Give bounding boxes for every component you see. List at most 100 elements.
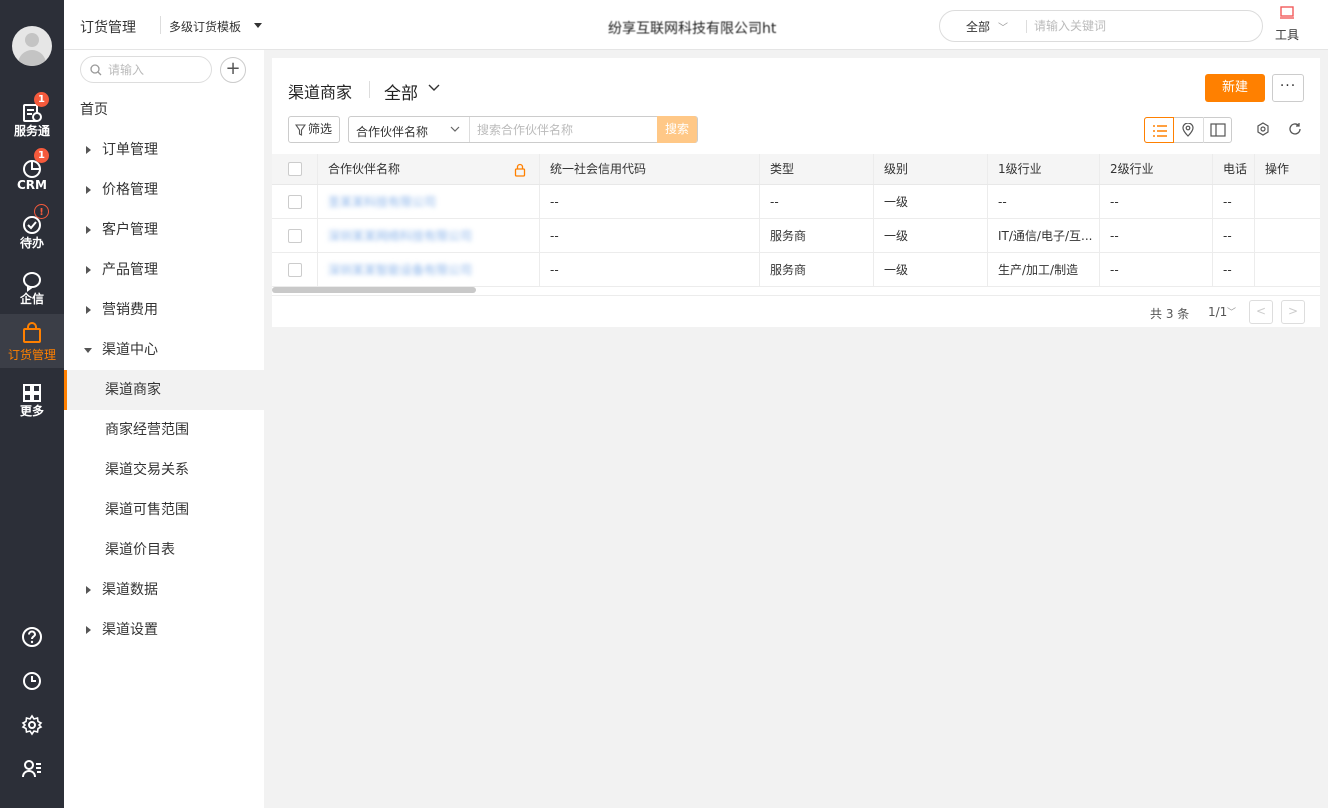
- next-page-button[interactable]: >: [1281, 300, 1305, 324]
- tools-button[interactable]: 工具: [1272, 6, 1302, 43]
- header-partner-name[interactable]: 合作伙伴名称: [318, 154, 540, 184]
- chevron-down-icon[interactable]: [450, 124, 460, 134]
- select-cell: [272, 219, 318, 252]
- caret-down-icon: [84, 348, 92, 353]
- select-cell: [272, 253, 318, 286]
- credit-code-cell: --: [540, 219, 760, 252]
- shopping-bag-icon: [23, 322, 41, 343]
- select-all-checkbox[interactable]: [288, 162, 302, 176]
- level-cell: 一级: [874, 185, 988, 218]
- sidebar-item-home[interactable]: 首页: [64, 90, 264, 130]
- table-row[interactable]: 深圳某某智能设备有限公司 -- 服务商 一级 生产/加工/制造 -- --: [272, 253, 1320, 287]
- toolbox-icon: [1280, 6, 1294, 19]
- header-industry-1[interactable]: 1级行业: [988, 154, 1100, 184]
- table-row[interactable]: 圣某某科技有限公司 -- -- 一级 -- -- --: [272, 185, 1320, 219]
- rail-item-service[interactable]: 1 服务通: [0, 92, 64, 146]
- phone-cell: --: [1213, 219, 1255, 252]
- rail-item-more[interactable]: 更多: [0, 376, 64, 426]
- template-selector[interactable]: 多级订货模板: [169, 18, 241, 35]
- global-search: 全部 ﹀: [939, 10, 1263, 42]
- search-button[interactable]: 搜索: [657, 116, 697, 143]
- settings-icon[interactable]: [21, 714, 43, 736]
- rail-item-crm[interactable]: 1 CRM: [0, 148, 64, 202]
- partner-name-link[interactable]: 深圳某某网络科技有限公司: [318, 219, 540, 252]
- add-icon[interactable]: +: [220, 57, 246, 83]
- divider: [1026, 20, 1027, 33]
- row-checkbox[interactable]: [288, 229, 302, 243]
- header-industry-2[interactable]: 2级行业: [1100, 154, 1213, 184]
- row-checkbox[interactable]: [288, 195, 302, 209]
- partner-name: 深圳某某智能设备有限公司: [328, 263, 473, 277]
- header-level[interactable]: 级别: [874, 154, 988, 184]
- page-title: 渠道商家: [288, 83, 353, 102]
- rail-item-chat[interactable]: 企信: [0, 264, 64, 314]
- scope-selector[interactable]: 全部: [384, 79, 418, 104]
- global-search-input[interactable]: [1034, 17, 1244, 35]
- row-checkbox[interactable]: [288, 263, 302, 277]
- sidebar-item-pricing[interactable]: 价格管理: [64, 170, 264, 210]
- rail-item-todo[interactable]: ! 待办: [0, 204, 64, 258]
- filter-label: 筛选: [308, 122, 333, 136]
- sidebar-item-channel-settings[interactable]: 渠道设置: [64, 610, 264, 650]
- sidebar-search-input[interactable]: [108, 62, 203, 78]
- refresh-icon[interactable]: [1288, 122, 1302, 136]
- table-row[interactable]: 深圳某某网络科技有限公司 -- 服务商 一级 IT/通信/电子/互... -- …: [272, 219, 1320, 253]
- partner-name-link[interactable]: 圣某某科技有限公司: [318, 185, 540, 218]
- sidebar-item-label: 客户管理: [102, 222, 158, 238]
- partner-search-input[interactable]: [477, 121, 653, 138]
- crm-badge: 1: [34, 148, 49, 163]
- page-selector[interactable]: 1/1: [1208, 305, 1227, 319]
- header-type[interactable]: 类型: [760, 154, 874, 184]
- industry-1-cell: IT/通信/电子/互...: [988, 219, 1100, 252]
- sidebar-item-price-list[interactable]: 渠道价目表: [64, 530, 264, 570]
- prev-page-button[interactable]: <: [1249, 300, 1273, 324]
- divider: [469, 117, 470, 142]
- sidebar-item-customers[interactable]: 客户管理: [64, 210, 264, 250]
- credit-code-cell: --: [540, 185, 760, 218]
- header-phone[interactable]: 电话: [1213, 154, 1255, 184]
- chat-bubble-icon: [23, 272, 41, 292]
- rail-item-order[interactable]: 订货管理: [0, 314, 64, 368]
- chevron-down-icon[interactable]: ﹀: [1227, 305, 1236, 318]
- select-cell: [272, 185, 318, 218]
- actions-cell: [1255, 253, 1320, 286]
- sidebar-item-trade-relations[interactable]: 渠道交易关系: [64, 450, 264, 490]
- caret-down-icon[interactable]: [254, 23, 262, 28]
- sidebar-item-label: 渠道数据: [102, 582, 158, 598]
- industry-1-cell: 生产/加工/制造: [988, 253, 1100, 286]
- search-field-selector[interactable]: 合作伙伴名称: [356, 123, 428, 140]
- horizontal-scrollbar[interactable]: [272, 287, 476, 293]
- split-view-button[interactable]: [1203, 117, 1233, 143]
- filter-button[interactable]: 筛选: [288, 116, 340, 143]
- sidebar-item-orders[interactable]: 订单管理: [64, 130, 264, 170]
- clock-icon[interactable]: [21, 670, 43, 692]
- help-icon[interactable]: [21, 626, 43, 648]
- settings-icon[interactable]: [1256, 122, 1270, 136]
- sidebar-item-merchant-scope[interactable]: 商家经营范围: [64, 410, 264, 450]
- sidebar-item-marketing[interactable]: 营销费用: [64, 290, 264, 330]
- search-scope[interactable]: 全部: [966, 18, 990, 35]
- list-view-button[interactable]: [1144, 117, 1174, 143]
- sidebar-item-channel-center[interactable]: 渠道中心: [64, 330, 264, 370]
- caret-right-icon: [86, 146, 91, 154]
- search-icon: [90, 64, 102, 76]
- chevron-down-icon[interactable]: [428, 84, 440, 92]
- partner-name: 圣某某科技有限公司: [328, 195, 437, 209]
- more-button[interactable]: ···: [1272, 74, 1304, 102]
- map-view-button[interactable]: [1174, 117, 1204, 143]
- chevron-down-icon[interactable]: ﹀: [998, 19, 1008, 34]
- sidebar-item-channel-merchants[interactable]: 渠道商家: [64, 370, 264, 410]
- sidebar-item-products[interactable]: 产品管理: [64, 250, 264, 290]
- partner-name-link[interactable]: 深圳某某智能设备有限公司: [318, 253, 540, 286]
- new-button[interactable]: 新建: [1205, 74, 1265, 102]
- sidebar-item-channel-data[interactable]: 渠道数据: [64, 570, 264, 610]
- user-list-icon[interactable]: [21, 758, 43, 780]
- lock-icon: [514, 163, 526, 177]
- level-cell: 一级: [874, 253, 988, 286]
- header-credit-code[interactable]: 统一社会信用代码: [540, 154, 760, 184]
- avatar[interactable]: [12, 26, 52, 66]
- rail-label-todo: 待办: [19, 236, 44, 250]
- sidebar-item-sellable-scope[interactable]: 渠道可售范围: [64, 490, 264, 530]
- actions-cell: [1255, 185, 1320, 218]
- rail-label-crm: CRM: [17, 178, 47, 192]
